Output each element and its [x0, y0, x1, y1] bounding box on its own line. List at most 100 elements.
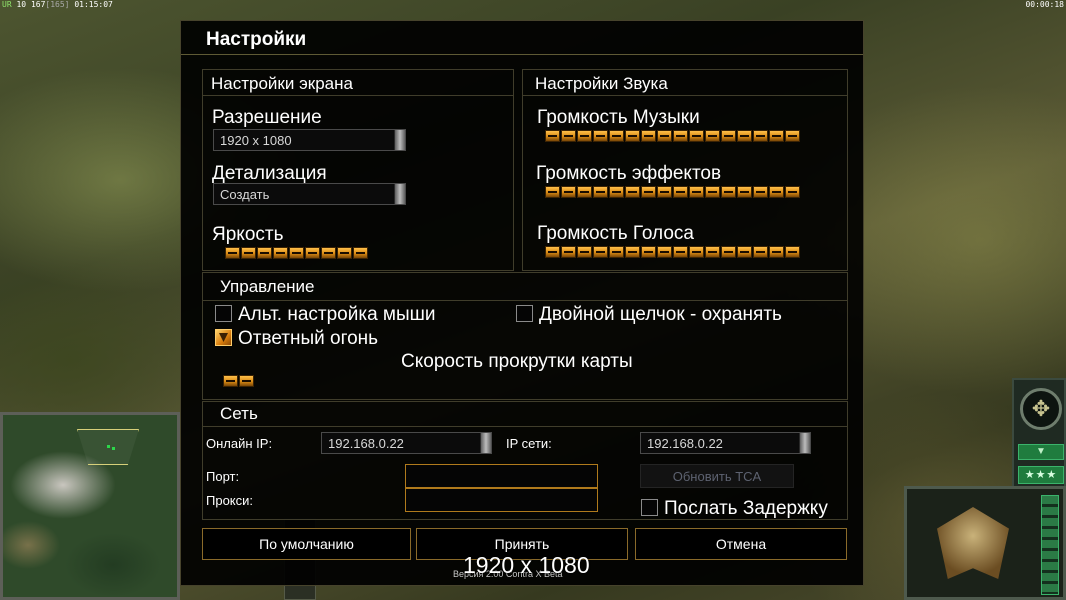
slider-segment — [257, 247, 272, 259]
dialog-title: Настройки — [206, 29, 307, 50]
slider-segment — [657, 130, 672, 142]
voice-volume-label: Громкость Голоса — [537, 223, 694, 244]
slider-segment — [689, 186, 704, 198]
slider-segment — [353, 247, 368, 259]
slider-segment — [225, 247, 240, 259]
sound-settings-title: Настройки Звука — [535, 74, 668, 93]
controls-title: Управление — [220, 277, 315, 296]
slider-segment — [561, 186, 576, 198]
compass-icon[interactable]: ✥ — [1020, 388, 1062, 430]
slider-segment — [593, 246, 608, 258]
slider-segment — [223, 375, 238, 387]
faction-emblem-icon — [937, 507, 1009, 579]
dropdown-scroll-thumb[interactable] — [480, 433, 491, 453]
double-click-label: Двойной щелчок - охранять — [539, 304, 782, 325]
alt-mouse-checkbox[interactable] — [215, 305, 232, 322]
section-rule — [203, 95, 513, 96]
online-ip-value: 192.168.0.22 — [328, 436, 404, 451]
slider-segment — [641, 186, 656, 198]
slider-segment — [753, 186, 768, 198]
double-click-checkbox[interactable] — [516, 305, 533, 322]
send-delay-checkbox[interactable] — [641, 499, 658, 516]
faction-emblem-panel — [904, 486, 1066, 600]
slider-segment — [625, 130, 640, 142]
slider-segment — [545, 130, 560, 142]
slider-segment — [641, 130, 656, 142]
port-label: Порт: — [206, 469, 240, 484]
scroll-speed-slider[interactable] — [223, 375, 254, 387]
update-tca-button[interactable]: Обновить TCA — [640, 464, 794, 488]
hud-ur-label: UR — [2, 0, 12, 9]
slider-segment — [273, 247, 288, 259]
slider-segment — [593, 186, 608, 198]
screen-settings-title: Настройки экрана — [211, 74, 353, 93]
slider-segment — [625, 246, 640, 258]
dropdown-scroll-thumb[interactable] — [799, 433, 810, 453]
hud-status-left: UR 10 167[165] 01:15:07 — [2, 0, 113, 10]
slider-segment — [689, 130, 704, 142]
network-title: Сеть — [220, 404, 258, 423]
online-ip-label: Онлайн IP: — [206, 436, 273, 451]
slider-segment — [721, 130, 736, 142]
slider-segment — [737, 130, 752, 142]
minimap[interactable] — [0, 412, 180, 600]
dropdown-scroll-thumb[interactable] — [394, 130, 405, 150]
slider-segment — [721, 246, 736, 258]
online-ip-dropdown[interactable]: 192.168.0.22 — [321, 432, 492, 454]
proxy-input[interactable] — [405, 488, 598, 512]
port-input[interactable] — [405, 464, 598, 488]
hud-timer-right: 00:00:18 — [1025, 0, 1064, 9]
slider-segment — [577, 186, 592, 198]
cancel-button[interactable]: Отмена — [635, 528, 847, 560]
power-bar — [1041, 495, 1059, 595]
slider-segment — [705, 186, 720, 198]
section-rule — [203, 300, 847, 301]
lan-ip-dropdown[interactable]: 192.168.0.22 — [640, 432, 811, 454]
slider-segment — [785, 186, 800, 198]
resolution-overlay: 1920 x 1080 — [463, 552, 590, 578]
slider-segment — [239, 375, 254, 387]
slider-segment — [609, 246, 624, 258]
return-fire-checkbox[interactable] — [215, 329, 232, 346]
slider-segment — [657, 246, 672, 258]
slider-segment — [321, 247, 336, 259]
voice-volume-slider[interactable] — [545, 246, 800, 258]
resolution-dropdown[interactable]: 1920 x 1080 — [213, 129, 406, 151]
slider-segment — [721, 186, 736, 198]
dropdown-scroll-thumb[interactable] — [394, 184, 405, 204]
chevron-down-icon[interactable]: ▼ — [1018, 444, 1064, 460]
options-dialog: Настройки Настройки экрана Разрешение 19… — [180, 20, 864, 586]
section-rule — [523, 95, 847, 96]
detail-label: Детализация — [212, 163, 327, 184]
minimap-unit — [112, 447, 115, 450]
slider-segment — [689, 246, 704, 258]
slider-segment — [673, 186, 688, 198]
lan-ip-value: 192.168.0.22 — [647, 436, 723, 451]
proxy-label: Прокси: — [206, 493, 254, 508]
brightness-label: Яркость — [212, 224, 284, 245]
brightness-slider[interactable] — [225, 247, 368, 259]
resolution-label: Разрешение — [212, 107, 322, 128]
rank-stars-icon[interactable]: ★★★ — [1018, 466, 1064, 484]
effects-volume-slider[interactable] — [545, 186, 800, 198]
slider-segment — [577, 246, 592, 258]
hud-elapsed-time: 01:15:07 — [74, 0, 113, 9]
slider-segment — [705, 246, 720, 258]
slider-segment — [545, 246, 560, 258]
music-volume-slider[interactable] — [545, 130, 800, 142]
slider-segment — [289, 247, 304, 259]
alt-mouse-label: Альт. настройка мыши — [238, 304, 436, 325]
effects-volume-label: Громкость эффектов — [536, 163, 722, 184]
slider-segment — [609, 130, 624, 142]
slider-segment — [785, 246, 800, 258]
default-button[interactable]: По умолчанию — [202, 528, 411, 560]
detail-dropdown[interactable]: Создать — [213, 183, 406, 205]
slider-segment — [609, 186, 624, 198]
slider-segment — [337, 247, 352, 259]
slider-segment — [769, 186, 784, 198]
return-fire-label: Ответный огонь — [238, 328, 379, 349]
slider-segment — [545, 186, 560, 198]
slider-segment — [561, 246, 576, 258]
slider-segment — [673, 246, 688, 258]
send-delay-label: Послать Задержку — [664, 498, 828, 519]
